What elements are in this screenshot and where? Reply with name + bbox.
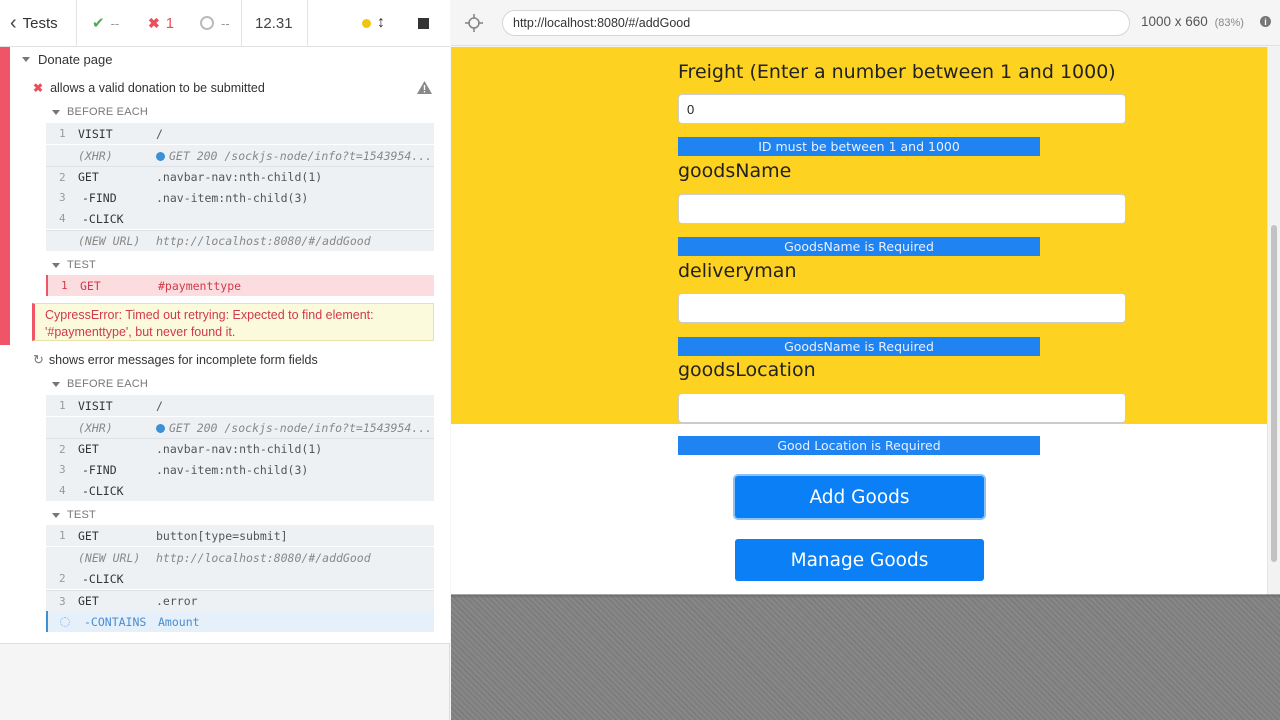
passed-count: ✔ --	[92, 0, 119, 46]
scroll-arrows-icon: ↕	[377, 14, 385, 31]
command-row[interactable]: 2 GET .navbar-nav:nth-child(1)	[46, 166, 434, 187]
spinner-icon	[60, 616, 70, 627]
command-row[interactable]: 3 GET .error 4	[46, 590, 476, 611]
app-iframe: Freight (Enter a number between 1 and 10…	[451, 47, 1280, 595]
tests-button[interactable]: ‹ Tests	[10, 0, 72, 46]
failed-value: 1	[165, 14, 175, 32]
deliveryman-label: deliveryman	[678, 260, 797, 282]
caret-down-icon	[52, 109, 60, 115]
xhr-status-icon	[156, 151, 165, 161]
xhr-status-icon	[156, 423, 165, 433]
command-row[interactable]: (XHR) GET 200 /sockjs-node/info?t=154395…	[46, 417, 434, 438]
runnables-list: Donate page ✖ allows a valid donation to…	[0, 47, 478, 644]
command-row[interactable]: 3 -FIND .nav-item:nth-child(3)	[46, 187, 434, 208]
running-indicator-icon	[362, 18, 371, 28]
reporter-panel: ‹ Tests ✔ -- ✖ 1 -- 12.31 ↕ Donate page …	[0, 0, 478, 720]
suite-title[interactable]: Donate page	[22, 52, 112, 67]
duration: 12.31	[255, 14, 293, 32]
failed-count: ✖ 1	[148, 0, 174, 46]
tests-label: Tests	[22, 14, 58, 32]
command-row[interactable]: 2 -CLICK	[46, 568, 434, 589]
running-refresh-icon: ↻	[33, 352, 44, 367]
command-row[interactable]: (NEW URL) http://localhost:8080/#/addGoo…	[46, 547, 434, 568]
stop-button[interactable]	[418, 0, 429, 46]
warning-icon[interactable]	[417, 81, 432, 94]
pending-value: --	[221, 15, 230, 31]
deliveryman-error: GoodsName is Required	[678, 337, 1040, 356]
manage-goods-button[interactable]: Manage Goods	[735, 539, 984, 581]
url-bar[interactable]: http://localhost:8080/#/addGood	[502, 10, 1130, 36]
passed-value: --	[110, 15, 120, 31]
goods-name-error: GoodsName is Required	[678, 237, 1040, 256]
failed-command-row[interactable]: 1 GET #paymenttype 0	[46, 275, 478, 296]
selector-playground-icon[interactable]	[465, 14, 483, 32]
add-goods-button[interactable]: Add Goods	[735, 476, 984, 518]
viewport-backdrop	[451, 595, 1280, 720]
failed-suite-indicator	[0, 47, 10, 345]
command-row[interactable]: 4 -CLICK	[46, 208, 434, 229]
command-row[interactable]: 1 VISIT /	[46, 123, 434, 144]
before-each-hook[interactable]: BEFORE EACH	[52, 378, 148, 390]
goods-location-label: goodsLocation	[678, 359, 816, 381]
stats-bar: ‹ Tests ✔ -- ✖ 1 -- 12.31 ↕	[0, 0, 450, 47]
browser-header: http://localhost:8080/#/addGood 1000 x 6…	[451, 0, 1280, 46]
pending-circle-icon	[200, 16, 214, 30]
goods-name-label: goodsName	[678, 160, 792, 182]
test-body-hook[interactable]: TEST	[52, 509, 96, 521]
command-row[interactable]: 1 VISIT /	[46, 395, 434, 416]
scrollbar-thumb[interactable]	[1271, 225, 1277, 562]
stop-icon	[418, 17, 429, 29]
test-title-2[interactable]: ↻ shows error messages for incomplete fo…	[33, 352, 318, 368]
caret-down-icon	[22, 57, 30, 62]
chevron-left-icon: ‹	[10, 11, 17, 34]
caret-down-icon	[52, 262, 60, 268]
goods-location-error: Good Location is Required	[678, 436, 1040, 455]
command-row[interactable]: 3 -FIND .nav-item:nth-child(3)	[46, 459, 434, 480]
caret-down-icon	[52, 512, 60, 518]
pending-count: --	[200, 0, 230, 46]
auto-scroll-toggle[interactable]: ↕	[362, 0, 385, 46]
check-icon: ✔	[92, 15, 105, 32]
command-row[interactable]: 4 -CLICK	[46, 480, 434, 501]
info-icon[interactable]: i	[1260, 16, 1271, 27]
deliveryman-input[interactable]	[678, 293, 1126, 323]
before-each-hook[interactable]: BEFORE EACH	[52, 106, 148, 118]
failed-x-icon: ✖	[33, 81, 44, 95]
test-title-1[interactable]: ✖ allows a valid donation to be submitte…	[33, 81, 265, 95]
command-row[interactable]: (XHR) GET 200 /sockjs-node/info?t=154395…	[46, 145, 434, 166]
viewport-size: 1000 x 660 (83%)	[1141, 14, 1244, 29]
freight-label: Freight (Enter a number between 1 and 10…	[678, 61, 1116, 83]
command-row[interactable]: (NEW URL) http://localhost:8080/#/addGoo…	[46, 230, 434, 251]
pending-command-row[interactable]: -CONTAINS Amount	[46, 611, 434, 632]
freight-input[interactable]: 0	[678, 94, 1126, 124]
command-row[interactable]: 2 GET .navbar-nav:nth-child(1)	[46, 438, 434, 459]
test-body-hook[interactable]: TEST	[52, 259, 96, 271]
goods-location-input[interactable]	[678, 393, 1126, 423]
caret-down-icon	[52, 381, 60, 387]
error-message[interactable]: CypressError: Timed out retrying: Expect…	[32, 303, 434, 341]
app-scrollbar[interactable]	[1267, 47, 1280, 595]
command-row[interactable]: 1 GET button[type=submit]	[46, 525, 434, 546]
x-icon: ✖	[148, 14, 160, 31]
goods-name-input[interactable]	[678, 194, 1126, 224]
freight-error: ID must be between 1 and 1000	[678, 137, 1040, 156]
